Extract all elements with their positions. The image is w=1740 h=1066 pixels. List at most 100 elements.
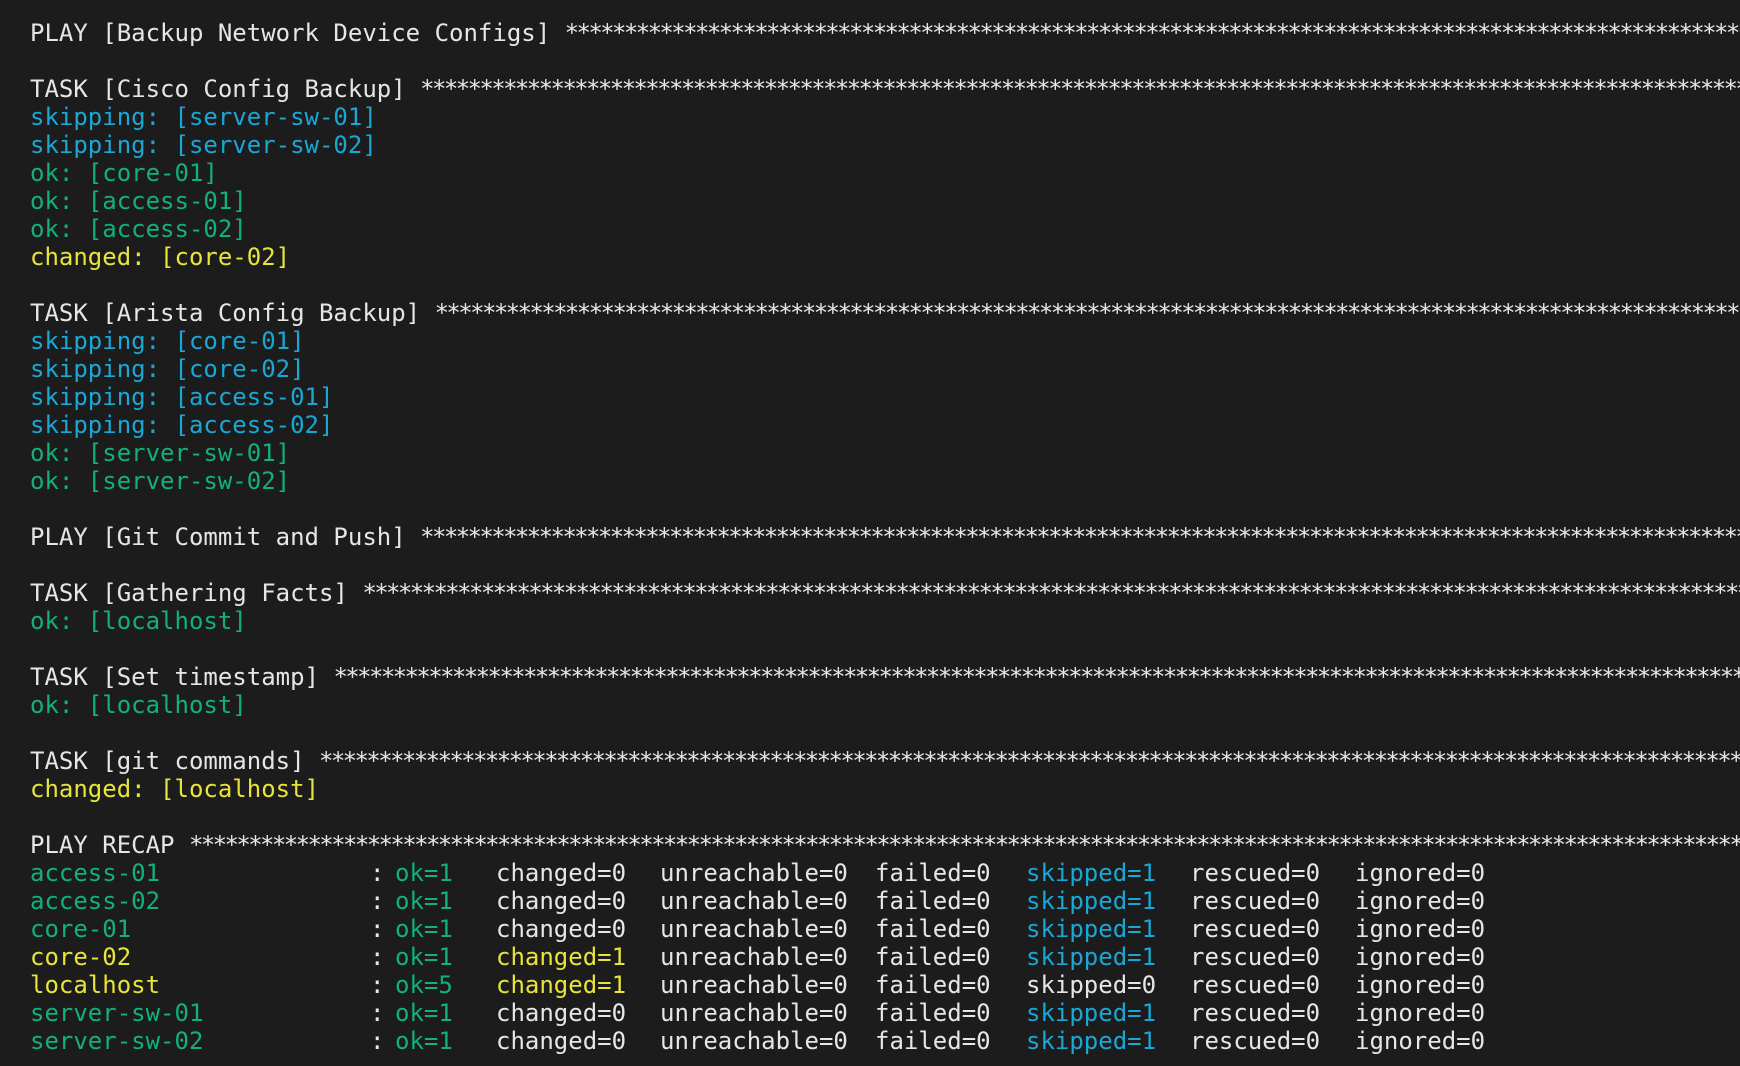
header-text: TASK [git commands] xyxy=(30,747,319,775)
recap-skipped: skipped=1 xyxy=(1026,915,1157,943)
header-stars: ****************************************… xyxy=(420,523,1740,551)
recap-skipped: skipped=1 xyxy=(1026,859,1157,887)
task-result-skipping: skipping: [core-02] xyxy=(30,355,1740,383)
recap-failed: failed=0 xyxy=(875,859,991,887)
task-result-skipping: skipping: [server-sw-01] xyxy=(30,103,1740,131)
header-text: TASK [Cisco Config Backup] xyxy=(30,75,421,103)
result-text: ok: [core-01] xyxy=(30,159,218,187)
recap-colon: : xyxy=(370,887,385,915)
result-text: ok: [server-sw-02] xyxy=(30,467,291,495)
recap-changed: changed=0 xyxy=(496,887,627,915)
recap-ignored: ignored=0 xyxy=(1355,999,1486,1027)
recap-skipped: skipped=1 xyxy=(1026,943,1157,971)
header-stars: ****************************************… xyxy=(188,831,1740,859)
result-text: ok: [access-01] xyxy=(30,187,247,215)
section-header: TASK [Set timestamp] *******************… xyxy=(30,663,1740,691)
result-text: skipping: [core-01] xyxy=(30,327,305,355)
recap-ok: ok=5 xyxy=(395,971,453,999)
result-text: changed: [core-02] xyxy=(30,243,291,271)
section-header: TASK [git commands] ********************… xyxy=(30,747,1740,775)
result-text: ok: [server-sw-01] xyxy=(30,439,291,467)
recap-skipped: skipped=1 xyxy=(1026,999,1157,1027)
recap-ok: ok=1 xyxy=(395,887,453,915)
recap-unreachable: unreachable=0 xyxy=(660,1027,848,1055)
recap-colon: : xyxy=(370,859,385,887)
recap-failed: failed=0 xyxy=(875,999,991,1027)
header-stars: ****************************************… xyxy=(564,19,1740,47)
recap-row: core-02: ok=1 changed=1 unreachable=0 failed… xyxy=(30,943,1740,971)
recap-changed: changed=1 xyxy=(496,971,627,999)
task-result-skipping: skipping: [core-01] xyxy=(30,327,1740,355)
recap-rescued: rescued=0 xyxy=(1190,859,1321,887)
header-text: PLAY [Git Commit and Push] xyxy=(30,523,421,551)
section-header: TASK [Cisco Config Backup] *************… xyxy=(30,75,1740,103)
result-text: ok: [localhost] xyxy=(30,691,247,719)
recap-rescued: rescued=0 xyxy=(1190,915,1321,943)
result-text: ok: [localhost] xyxy=(30,607,247,635)
header-stars: ****************************************… xyxy=(434,299,1740,327)
recap-changed: changed=0 xyxy=(496,1027,627,1055)
header-text: TASK [Gathering Facts] xyxy=(30,579,363,607)
recap-row: server-sw-02: ok=1 changed=0 unreachable=0 f… xyxy=(30,1027,1740,1055)
recap-host: access-02 xyxy=(30,887,161,915)
recap-colon: : xyxy=(370,943,385,971)
recap-host: localhost xyxy=(30,971,161,999)
recap-row: server-sw-01: ok=1 changed=0 unreachable=0 f… xyxy=(30,999,1740,1027)
recap-host: core-02 xyxy=(30,943,132,971)
task-result-changed: changed: [core-02] xyxy=(30,243,1740,271)
recap-ignored: ignored=0 xyxy=(1355,1027,1486,1055)
recap-unreachable: unreachable=0 xyxy=(660,887,848,915)
recap-ok: ok=1 xyxy=(395,943,453,971)
task-result-skipping: skipping: [access-02] xyxy=(30,411,1740,439)
result-text: skipping: [server-sw-01] xyxy=(30,103,377,131)
recap-ignored: ignored=0 xyxy=(1355,859,1486,887)
recap-ignored: ignored=0 xyxy=(1355,943,1486,971)
task-result-skipping: skipping: [access-01] xyxy=(30,383,1740,411)
header-text: PLAY [Backup Network Device Configs] xyxy=(30,19,565,47)
header-text: TASK [Set timestamp] xyxy=(30,663,334,691)
recap-skipped: skipped=0 xyxy=(1026,971,1157,999)
header-text: PLAY RECAP xyxy=(30,831,189,859)
recap-changed: changed=0 xyxy=(496,999,627,1027)
recap-ignored: ignored=0 xyxy=(1355,887,1486,915)
result-text: changed: [localhost] xyxy=(30,775,319,803)
section-header: TASK [Gathering Facts] *****************… xyxy=(30,579,1740,607)
task-result-ok: ok: [server-sw-02] xyxy=(30,467,1740,495)
recap-host: server-sw-02 xyxy=(30,1027,204,1055)
section-header: PLAY [Backup Network Device Configs] ***… xyxy=(30,19,1740,47)
task-result-ok: ok: [localhost] xyxy=(30,691,1740,719)
recap-unreachable: unreachable=0 xyxy=(660,943,848,971)
terminal-output: PLAY [Backup Network Device Configs] ***… xyxy=(30,19,1740,1055)
recap-skipped: skipped=1 xyxy=(1026,887,1157,915)
recap-row: localhost: ok=5 changed=1 unreachable=0 fail… xyxy=(30,971,1740,999)
header-stars: ****************************************… xyxy=(420,75,1740,103)
recap-unreachable: unreachable=0 xyxy=(660,999,848,1027)
recap-skipped: skipped=1 xyxy=(1026,1027,1157,1055)
recap-unreachable: unreachable=0 xyxy=(660,915,848,943)
recap-failed: failed=0 xyxy=(875,943,991,971)
task-result-ok: ok: [access-02] xyxy=(30,215,1740,243)
recap-changed: changed=0 xyxy=(496,859,627,887)
result-text: skipping: [access-02] xyxy=(30,411,334,439)
result-text: skipping: [core-02] xyxy=(30,355,305,383)
recap-host: access-01 xyxy=(30,859,161,887)
recap-row: access-02: ok=1 changed=0 unreachable=0 fail… xyxy=(30,887,1740,915)
recap-ignored: ignored=0 xyxy=(1355,915,1486,943)
task-result-ok: ok: [server-sw-01] xyxy=(30,439,1740,467)
recap-colon: : xyxy=(370,999,385,1027)
header-text: TASK [Arista Config Backup] xyxy=(30,299,435,327)
recap-failed: failed=0 xyxy=(875,915,991,943)
recap-failed: failed=0 xyxy=(875,1027,991,1055)
recap-rescued: rescued=0 xyxy=(1190,887,1321,915)
header-stars: ****************************************… xyxy=(362,579,1740,607)
result-text: skipping: [access-01] xyxy=(30,383,334,411)
recap-colon: : xyxy=(370,1027,385,1055)
recap-changed: changed=1 xyxy=(496,943,627,971)
recap-row: access-01: ok=1 changed=0 unreachable=0 fail… xyxy=(30,859,1740,887)
recap-rescued: rescued=0 xyxy=(1190,999,1321,1027)
